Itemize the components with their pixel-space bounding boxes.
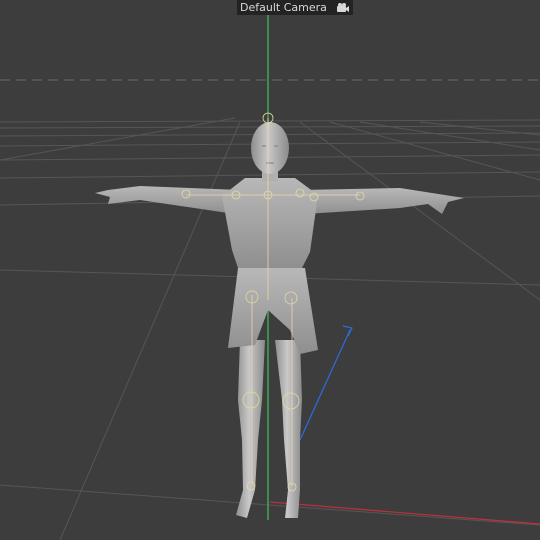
left-arm: [95, 186, 240, 214]
right-arm: [300, 188, 464, 214]
viewport-scene[interactable]: [0, 0, 540, 540]
right-leg: [275, 340, 302, 518]
head: [251, 122, 289, 174]
camera-label[interactable]: Default Camera: [240, 0, 336, 15]
x-axis-line: [269, 501, 540, 525]
shorts: [228, 268, 318, 354]
3d-viewport[interactable]: Default Camera: [0, 0, 540, 540]
camera-icon[interactable]: [336, 2, 350, 14]
camera-label-bar[interactable]: Default Camera: [237, 0, 353, 15]
left-leg: [236, 340, 265, 518]
